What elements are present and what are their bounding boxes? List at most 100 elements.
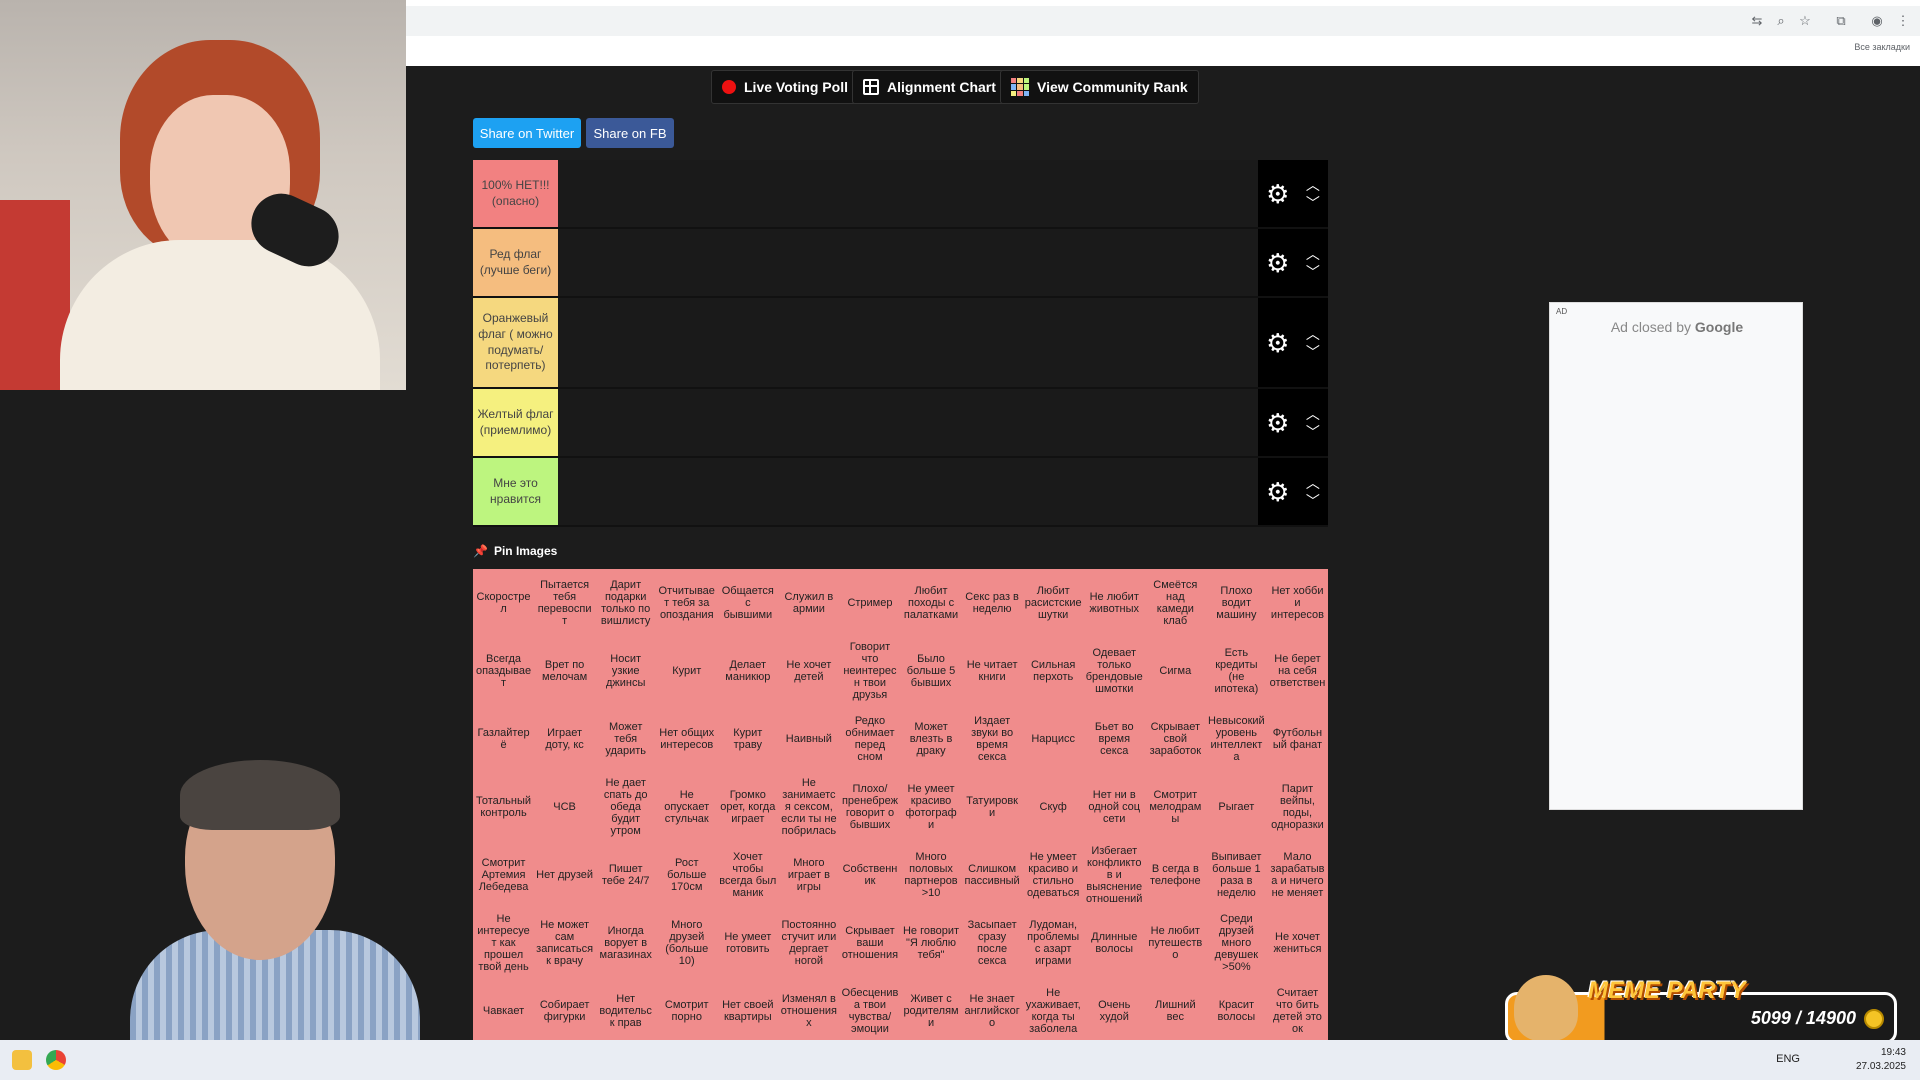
tier-item[interactable]: Бьет во время секса — [1084, 705, 1145, 773]
tier-label[interactable]: Оранжевый флаг ( можно подумать/потерпет… — [473, 298, 558, 387]
address-bar[interactable] — [406, 6, 1920, 36]
tier-item[interactable]: Редко обнимает перед сном — [839, 705, 900, 773]
tier-item[interactable]: Много половых партнеров >10 — [901, 841, 962, 909]
zoom-icon[interactable]: ⌕ — [1772, 12, 1790, 30]
extensions-icon[interactable]: ⧉ — [1832, 12, 1850, 30]
tier-item[interactable]: Не хочет жениться — [1267, 909, 1328, 977]
tier-item[interactable]: Смотрит порно — [656, 977, 717, 1040]
tier-item[interactable]: Много играет в игры — [778, 841, 839, 909]
tier-item[interactable]: Скорострел — [473, 569, 534, 637]
chevron-down-icon[interactable]: ﹀ — [1306, 345, 1320, 359]
tier-item[interactable]: Пишет тебе 24/7 — [595, 841, 656, 909]
gear-icon[interactable]: ⚙ — [1266, 250, 1289, 276]
tier-item[interactable]: Общается с бывшими — [717, 569, 778, 637]
star-icon[interactable]: ☆ — [1796, 12, 1814, 30]
folder-icon[interactable] — [12, 1050, 32, 1070]
tier-drop-zone[interactable] — [558, 160, 1258, 227]
tier-item[interactable]: Нет общих интересов — [656, 705, 717, 773]
bookmarks-label[interactable]: Все закладки — [1854, 42, 1910, 52]
gear-icon[interactable]: ⚙ — [1266, 330, 1289, 356]
tier-item[interactable]: Плохо водит машину — [1206, 569, 1267, 637]
tier-item[interactable]: Стример — [839, 569, 900, 637]
tier-item[interactable]: Среди друзей много девушек >50% — [1206, 909, 1267, 977]
tier-label[interactable]: Желтый флаг (приемлимо) — [473, 389, 558, 456]
tier-item[interactable]: Смотрит мелодрамы — [1145, 773, 1206, 841]
tier-item[interactable]: Издает звуки во время секса — [962, 705, 1023, 773]
tier-item[interactable]: Служил в армии — [778, 569, 839, 637]
tier-item[interactable]: Обесценива твои чувства/ эмоции — [839, 977, 900, 1040]
tier-item[interactable]: Всегда опаздывает — [473, 637, 534, 705]
tier-item[interactable]: Смотрит Артемия Лебедева — [473, 841, 534, 909]
tier-item[interactable]: Газлайтерё — [473, 705, 534, 773]
gear-icon[interactable]: ⚙ — [1266, 479, 1289, 505]
tier-item[interactable]: Нет ни в одной соц сети — [1084, 773, 1145, 841]
tier-item[interactable]: Говорит что неинтересн твои друзья — [839, 637, 900, 705]
tier-item[interactable]: Не читает книги — [962, 637, 1023, 705]
tier-item[interactable]: Парит вейпы, поды, одноразки — [1267, 773, 1328, 841]
tier-item[interactable]: Очень худой — [1084, 977, 1145, 1040]
tier-item[interactable]: Есть кредиты (не ипотека) — [1206, 637, 1267, 705]
tier-item[interactable]: Рост больше 170см — [656, 841, 717, 909]
tier-item[interactable]: Отчитывает тебя за опоздания — [656, 569, 717, 637]
tray-clock[interactable]: 19:43 27.03.2025 — [1856, 1046, 1906, 1074]
tier-item[interactable]: Скрывает свой заработок — [1145, 705, 1206, 773]
tier-item[interactable]: Не хочет детей — [778, 637, 839, 705]
tier-item[interactable]: Выпивает больше 1 раза в неделю — [1206, 841, 1267, 909]
tier-item[interactable]: Живет с родителями — [901, 977, 962, 1040]
tier-item[interactable]: Не может сам записаться к врачу — [534, 909, 595, 977]
tier-item[interactable]: Собирает фигурки — [534, 977, 595, 1040]
chevron-down-icon[interactable]: ﹀ — [1306, 494, 1320, 508]
tier-item[interactable]: Делает маникюр — [717, 637, 778, 705]
menu-icon[interactable]: ⋮ — [1894, 12, 1912, 30]
tier-item[interactable]: Не знает английского — [962, 977, 1023, 1040]
tier-item[interactable]: Смеётся над камеди клаб — [1145, 569, 1206, 637]
tier-item[interactable]: Татуировки — [962, 773, 1023, 841]
tier-item[interactable]: Сигма — [1145, 637, 1206, 705]
tier-item[interactable]: Не интересует как прошел твой день — [473, 909, 534, 977]
tier-item[interactable]: Мало зарабатыва и ничего не меняет — [1267, 841, 1328, 909]
tier-item[interactable]: Невысокий уровень интеллекта — [1206, 705, 1267, 773]
chevron-up-icon[interactable]: ︿ — [1306, 476, 1320, 490]
tier-item[interactable]: Лудоман, проблемы с азарт играми — [1023, 909, 1084, 977]
tier-item[interactable]: Не умеет красиво фотографи — [901, 773, 962, 841]
tier-item[interactable]: Чавкает — [473, 977, 534, 1040]
tier-item[interactable]: Носит узкие джинсы — [595, 637, 656, 705]
tier-item[interactable]: Сильная перхоть — [1023, 637, 1084, 705]
tier-item[interactable]: Футбольный фанат — [1267, 705, 1328, 773]
tier-item[interactable]: Лишний вес — [1145, 977, 1206, 1040]
tier-item[interactable]: Изменял в отношениях — [778, 977, 839, 1040]
tier-item[interactable]: Курит траву — [717, 705, 778, 773]
chevron-up-icon[interactable]: ︿ — [1306, 178, 1320, 192]
tier-item[interactable]: Не опускает стульчак — [656, 773, 717, 841]
chevron-down-icon[interactable]: ﹀ — [1306, 425, 1320, 439]
tier-item[interactable]: Нарцисс — [1023, 705, 1084, 773]
tier-item[interactable]: Не умеет готовить — [717, 909, 778, 977]
tier-drop-zone[interactable] — [558, 298, 1258, 387]
tier-item[interactable]: Наивный — [778, 705, 839, 773]
tier-item[interactable]: Скрывает ваши отношения — [839, 909, 900, 977]
tier-item[interactable]: Врет по мелочам — [534, 637, 595, 705]
chevron-up-icon[interactable]: ︿ — [1306, 407, 1320, 421]
tier-item[interactable]: Не берет на себя ответствен — [1267, 637, 1328, 705]
live-voting-poll-button[interactable]: Live Voting Poll — [711, 70, 859, 104]
tier-item[interactable]: Любит расистские шутки — [1023, 569, 1084, 637]
tier-item[interactable]: Слишком пассивный — [962, 841, 1023, 909]
share-fb-button[interactable]: Share on FB — [586, 118, 674, 148]
tier-item[interactable]: Курит — [656, 637, 717, 705]
chevron-up-icon[interactable]: ︿ — [1306, 247, 1320, 261]
tier-label[interactable]: Ред флаг (лучше беги) — [473, 229, 558, 296]
tier-label[interactable]: Мне это нравится — [473, 458, 558, 525]
gear-icon[interactable]: ⚙ — [1266, 181, 1289, 207]
tier-item[interactable]: Одевает только брендовые шмотки — [1084, 637, 1145, 705]
tier-drop-zone[interactable] — [558, 389, 1258, 456]
tier-drop-zone[interactable] — [558, 229, 1258, 296]
tier-item[interactable]: В сегда в телефоне — [1145, 841, 1206, 909]
tier-item[interactable]: Секс раз в неделю — [962, 569, 1023, 637]
tier-item[interactable]: Не занимается сексом, если ты не побрила… — [778, 773, 839, 841]
gear-icon[interactable]: ⚙ — [1266, 410, 1289, 436]
translate-icon[interactable]: ⇆ — [1748, 12, 1766, 30]
tier-item[interactable]: Нет хобби и интересов — [1267, 569, 1328, 637]
chevron-down-icon[interactable]: ﹀ — [1306, 265, 1320, 279]
tier-item[interactable]: Играет доту, кс — [534, 705, 595, 773]
tier-item[interactable]: Не говорит "Я люблю тебя" — [901, 909, 962, 977]
